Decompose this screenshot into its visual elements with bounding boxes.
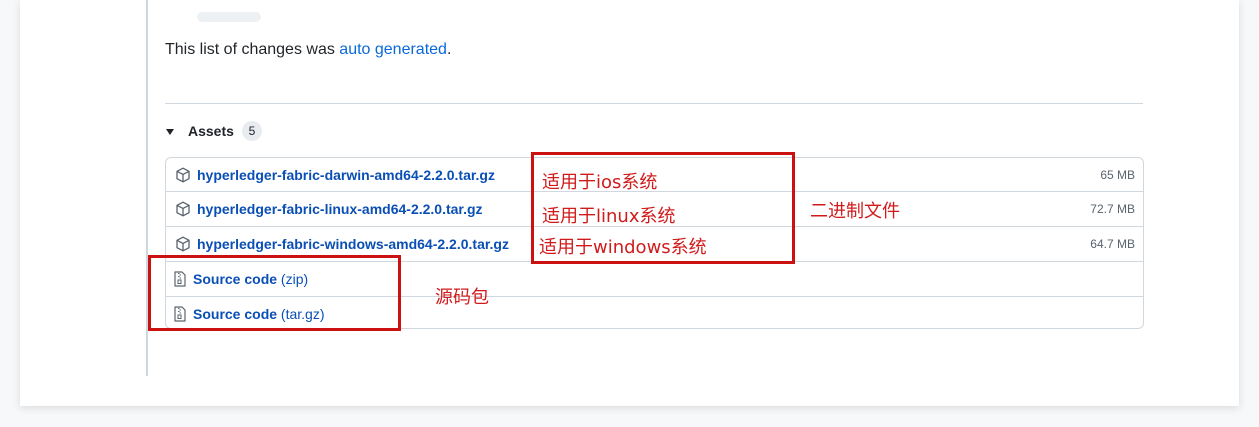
section-divider [165,103,1143,104]
assets-title: Assets [188,123,234,139]
asset-link-windows[interactable]: hyperledger-fabric-windows-amd64-2.2.0.t… [197,236,509,252]
annotation-binary: 二进制文件 [810,201,900,222]
annotation-source: 源码包 [435,287,489,308]
asset-size: 72.7 MB [1090,202,1135,216]
package-icon [176,201,190,217]
annotation-ios: 适用于ios系统 [542,172,658,193]
release-card: This list of changes was auto generated.… [20,0,1239,406]
source-code-highlight-box [148,255,401,331]
annotation-windows: 适用于windows系统 [539,237,707,258]
package-icon [176,167,190,183]
caret-down-icon [166,128,174,135]
assets-toggle[interactable]: Assets 5 [166,121,262,141]
package-icon [176,236,190,252]
asset-size: 65 MB [1100,167,1135,182]
changes-suffix: . [446,41,452,58]
asset-link-darwin[interactable]: hyperledger-fabric-darwin-amd64-2.2.0.ta… [197,167,495,183]
asset-size: 64.7 MB [1090,237,1135,251]
changes-prefix: This list of changes was [165,41,340,58]
cut-off-element [197,12,261,22]
auto-generated-link[interactable]: auto generated [339,41,447,58]
annotation-linux: 适用于linux系统 [542,206,676,227]
changes-note: This list of changes was auto generated. [165,41,451,59]
assets-count-badge: 5 [241,121,262,141]
asset-link-linux[interactable]: hyperledger-fabric-linux-amd64-2.2.0.tar… [197,201,483,217]
